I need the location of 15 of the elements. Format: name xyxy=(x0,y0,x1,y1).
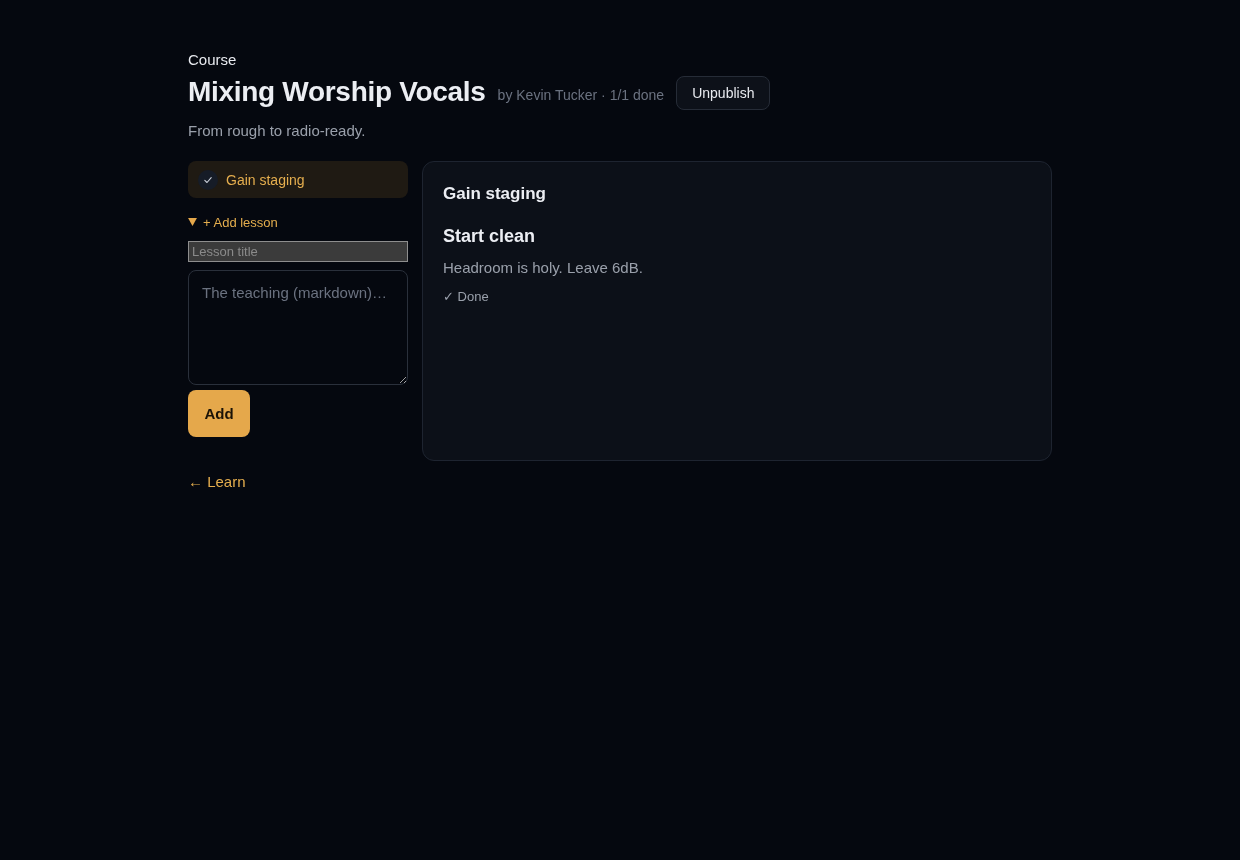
add-button[interactable]: Add xyxy=(188,390,250,437)
add-lesson-toggle[interactable]: + Add lesson xyxy=(188,214,278,230)
course-meta: by Kevin Tucker · 1/1 done xyxy=(497,87,665,103)
lesson-heading: Start clean xyxy=(443,225,536,248)
lesson-name: Gain staging xyxy=(443,183,546,205)
back-link[interactable]: ← Learn xyxy=(188,472,246,492)
lesson-body-text: Headroom is holy. Leave 6dB. xyxy=(443,258,643,278)
done-status[interactable]: ✓ Done xyxy=(443,289,489,305)
unpublish-button[interactable]: Unpublish xyxy=(676,76,771,110)
course-subtitle: From rough to radio-ready. xyxy=(188,121,366,141)
course-title: Mixing Worship Vocals xyxy=(188,75,486,109)
lesson-body-textarea[interactable]: The teaching (markdown)… xyxy=(188,270,408,385)
lesson-title-input[interactable]: Lesson title xyxy=(188,241,408,262)
lesson-item[interactable]: Gain staging xyxy=(188,161,408,198)
eyebrow-label: Course xyxy=(188,50,237,70)
